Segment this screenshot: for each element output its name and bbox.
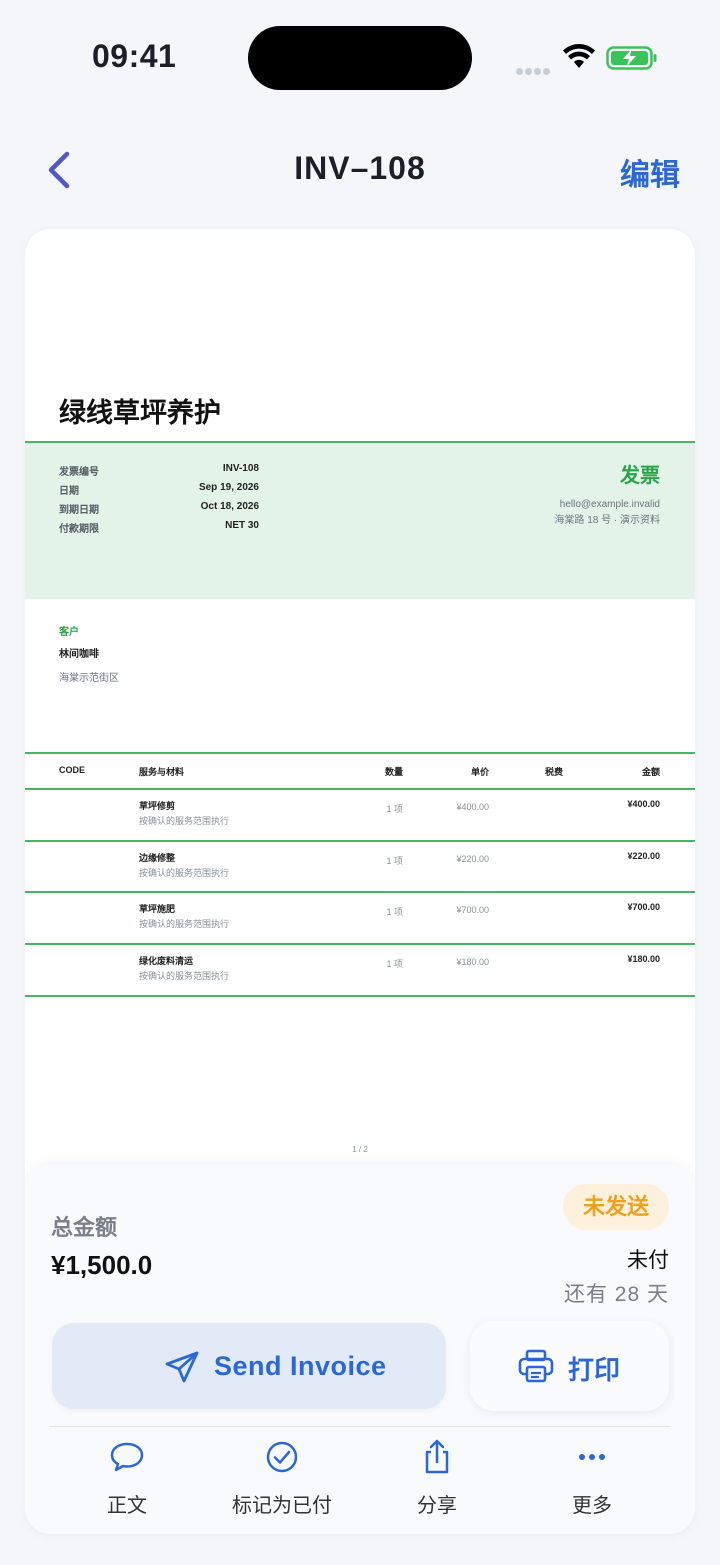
column-header-code: CODE — [59, 765, 86, 775]
item-name: 绿化废料清运 — [139, 956, 194, 966]
client-label: 客户 — [59, 627, 79, 638]
table-bottom-line — [25, 995, 695, 997]
tab-share[interactable]: 分享 — [362, 1439, 512, 1519]
tab-more[interactable]: 更多 — [517, 1439, 667, 1519]
total-label: 总金额 — [51, 1215, 118, 1240]
invoice-label: 发票 — [620, 465, 660, 487]
column-header-price: 单价 — [470, 767, 489, 777]
share-icon — [425, 1439, 449, 1474]
table-row: 边缘修整 按确认的服务范围执行 1 项 ¥220.00 ¥220.00 — [25, 841, 695, 893]
invoice-header-band: 发票编号 INV-108 日期 Sep 19, 2026 到期日期 Oct 18… — [25, 443, 695, 599]
item-description: 按确认的服务范围执行 — [139, 971, 230, 981]
item-amount: ¥700.00 — [627, 902, 660, 912]
status-time: 09:41 — [92, 38, 177, 74]
item-name: 草坪修剪 — [139, 801, 176, 811]
table-top-line — [25, 752, 695, 754]
item-price: ¥700.00 — [456, 905, 489, 915]
total-amount: ¥1,500.0 — [51, 1250, 153, 1280]
table-row: 草坪修剪 按确认的服务范围执行 1 项 ¥400.00 ¥400.00 — [25, 789, 695, 841]
column-header-items: 服务与材料 — [139, 767, 185, 777]
tab-body-text[interactable]: 正文 — [52, 1439, 202, 1519]
table-row: 绿化废料清运 按确认的服务范围执行 1 项 ¥180.00 ¥180.00 — [25, 944, 695, 996]
meta-key: 到期日期 — [59, 505, 99, 516]
meta-row: 发票编号 INV-108 — [59, 463, 259, 482]
item-name: 边缘修整 — [139, 853, 176, 863]
meta-key: 发票编号 — [59, 467, 99, 478]
due-countdown: 还有 28 天 — [563, 1283, 669, 1306]
item-description: 按确认的服务范围执行 — [139, 868, 230, 878]
tab-mark-paid[interactable]: 标记为已付 — [207, 1439, 357, 1519]
item-price: ¥400.00 — [456, 802, 489, 812]
tab-divider — [49, 1426, 671, 1427]
cellular-signal-icon — [516, 62, 552, 75]
company-name: 绿线草坪养护 — [59, 398, 221, 428]
meta-value: Oct 18, 2026 — [200, 501, 259, 512]
item-qty: 1 项 — [386, 907, 403, 917]
column-header-tax: 税费 — [544, 767, 563, 777]
tab-label: 更多 — [572, 1495, 612, 1517]
meta-key: 日期 — [59, 486, 79, 497]
item-qty: 1 项 — [386, 804, 403, 814]
summary-panel: 总金额 ¥1,500.0 未发送 未付 还有 28 天 Send Invoice… — [25, 1164, 695, 1534]
print-label: 打印 — [568, 1355, 621, 1385]
contact-address: 海棠路 18 号 · 演示资料 — [554, 515, 660, 526]
company-contact: hello@example.invalid 海棠路 18 号 · 演示资料 — [554, 497, 660, 529]
column-header-amount: 金额 — [641, 767, 660, 777]
chat-bubble-icon — [110, 1442, 144, 1472]
printer-icon — [518, 1349, 554, 1383]
status-badge: 未发送 — [563, 1184, 669, 1230]
send-invoice-label: Send Invoice — [214, 1351, 387, 1381]
contact-email: hello@example.invalid — [559, 499, 660, 510]
item-name: 草坪施肥 — [139, 904, 176, 914]
meta-row: 到期日期 Oct 18, 2026 — [59, 501, 259, 520]
item-amount: ¥400.00 — [627, 799, 660, 809]
table-row: 草坪施肥 按确认的服务范围执行 1 项 ¥700.00 ¥700.00 — [25, 892, 695, 944]
print-button[interactable]: 打印 — [470, 1321, 669, 1411]
battery-charging-icon — [606, 46, 657, 70]
tab-label: 标记为已付 — [232, 1495, 332, 1517]
tab-label: 分享 — [417, 1495, 457, 1517]
item-description: 按确认的服务范围执行 — [139, 919, 230, 929]
more-icon — [579, 1454, 605, 1460]
status-bar: 09:41 — [0, 0, 720, 120]
payment-status: 未付 — [627, 1249, 669, 1272]
meta-row: 日期 Sep 19, 2026 — [59, 482, 259, 501]
page-title: INV–108 — [294, 150, 426, 186]
meta-key: 付款期限 — [59, 524, 99, 535]
meta-value: NET 30 — [225, 520, 259, 531]
wifi-icon — [563, 44, 595, 68]
client-name: 林间咖啡 — [59, 649, 99, 660]
item-description: 按确认的服务范围执行 — [139, 816, 230, 826]
item-amount: ¥180.00 — [627, 954, 660, 964]
navigation-bar: INV–108 编辑 — [0, 140, 720, 200]
meta-row: 付款期限 NET 30 — [59, 520, 259, 539]
send-icon — [165, 1351, 199, 1383]
edit-button[interactable]: 编辑 — [620, 150, 680, 194]
page-indicator: 1 / 2 — [352, 1145, 368, 1154]
item-qty: 1 项 — [386, 959, 403, 969]
meta-value: Sep 19, 2026 — [198, 482, 259, 493]
send-invoice-button[interactable]: Send Invoice — [52, 1323, 446, 1409]
check-circle-icon — [266, 1441, 298, 1473]
item-amount: ¥220.00 — [627, 851, 660, 861]
meta-value: INV-108 — [222, 463, 259, 474]
item-price: ¥180.00 — [456, 957, 489, 967]
invoice-preview-card: 绿线草坪养护 发票编号 INV-108 日期 Sep 19, 2026 到期日期… — [25, 229, 695, 1534]
item-qty: 1 项 — [386, 856, 403, 866]
item-price: ¥220.00 — [456, 854, 489, 864]
column-header-qty: 数量 — [384, 767, 403, 777]
invoice-meta: 发票编号 INV-108 日期 Sep 19, 2026 到期日期 Oct 18… — [59, 463, 259, 539]
tab-label: 正文 — [107, 1495, 147, 1517]
client-address: 海棠示范街区 — [59, 673, 119, 684]
dynamic-island — [248, 26, 472, 90]
